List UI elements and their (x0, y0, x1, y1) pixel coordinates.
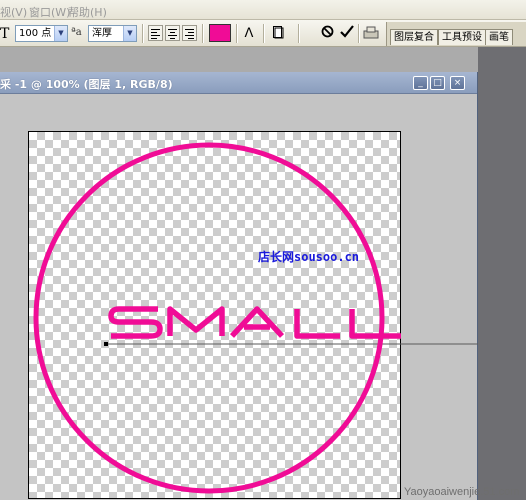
align-right-button[interactable] (182, 25, 197, 41)
align-left-button[interactable] (148, 25, 163, 41)
chevron-down-icon[interactable]: ▼ (54, 26, 67, 41)
footer-watermark: Yaoyaoaiwenjie.51.com (404, 486, 520, 498)
warp-text-icon[interactable]: ⴷ (241, 25, 257, 42)
tool-preset-icon[interactable] (363, 25, 379, 42)
font-size-value: 100 点 (19, 28, 52, 39)
document-title-bar[interactable]: 采 -1 @ 100% (图层 1, RGB/8) _ □ × (0, 72, 477, 94)
site-watermark: 店长网sousoo.cn (258, 250, 360, 264)
chevron-down-icon[interactable]: ▼ (123, 26, 136, 41)
document-title: 采 -1 @ 100% (图层 1, RGB/8) (0, 78, 173, 91)
palette-well: 图层复合 工具预设 画笔 (386, 22, 526, 46)
divider (142, 24, 144, 43)
tab-layer-comps[interactable]: 图层复合 (390, 29, 438, 45)
divider (202, 24, 204, 43)
close-button[interactable]: × (450, 76, 465, 90)
menu-help[interactable]: 帮助(H) (68, 4, 107, 19)
menu-view[interactable]: 视(V) (0, 4, 27, 19)
menu-window[interactable]: 窗口(W) (29, 4, 70, 19)
workspace-right-panel (478, 47, 526, 500)
tab-brushes[interactable]: 画笔 (485, 29, 513, 45)
image-canvas[interactable] (28, 131, 401, 499)
font-size-icon: T (0, 26, 10, 42)
divider (358, 24, 360, 43)
commit-check-icon[interactable] (339, 25, 355, 42)
cancel-icon[interactable] (319, 25, 335, 42)
palette-toggle-icon[interactable] (270, 25, 286, 42)
anti-alias-icon: ªa (71, 27, 82, 38)
divider (298, 24, 300, 43)
align-center-button[interactable] (165, 25, 180, 41)
anti-alias-select[interactable]: 浑厚 ▼ (88, 25, 137, 42)
restore-button[interactable]: □ (430, 76, 445, 90)
tab-tool-presets[interactable]: 工具预设 (438, 29, 486, 45)
divider (236, 24, 238, 43)
text-color-swatch[interactable] (209, 24, 231, 42)
divider (263, 24, 265, 43)
minimize-button[interactable]: _ (413, 76, 428, 90)
menu-bar: 视(V) 窗口(W) 帮助(H) (0, 0, 526, 20)
font-size-select[interactable]: 100 点 ▼ (15, 25, 68, 42)
anti-alias-value: 浑厚 (92, 28, 112, 39)
